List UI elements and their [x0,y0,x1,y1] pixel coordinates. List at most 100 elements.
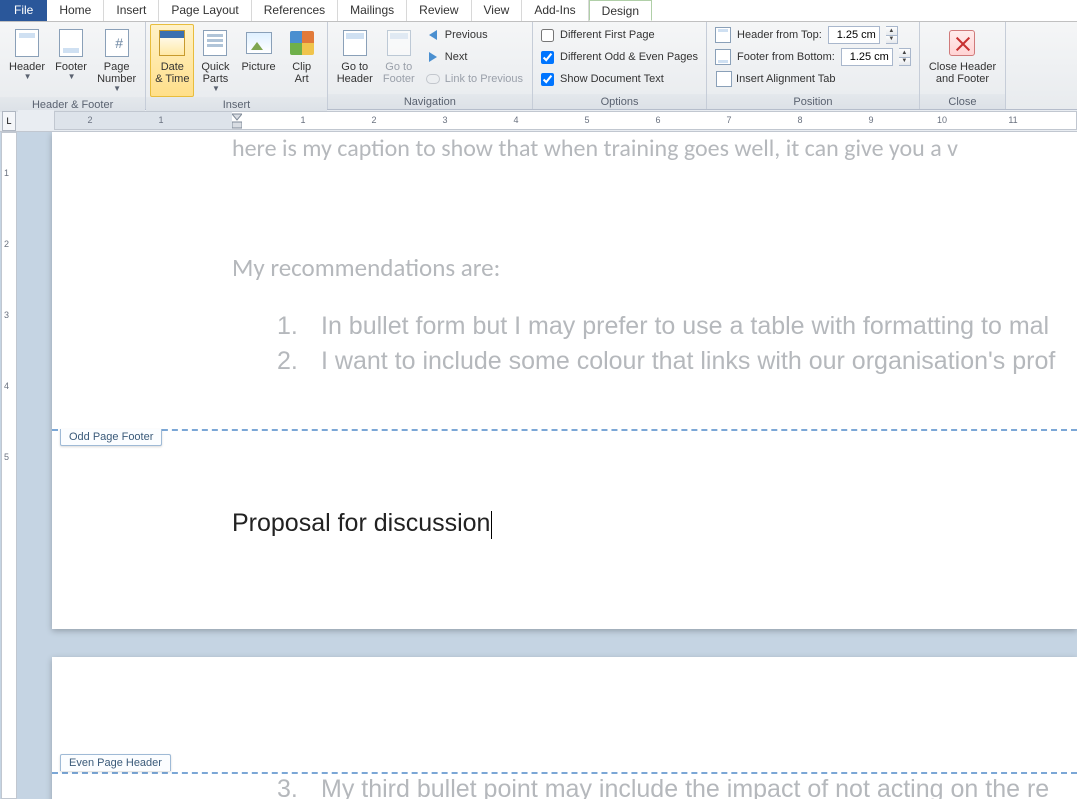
tab-mailings[interactable]: Mailings [338,0,407,21]
vertical-ruler[interactable]: 1 2 3 4 5 [1,132,17,799]
picture-icon [246,32,272,54]
date-time-label: Date & Time [155,61,189,85]
ruler-num: 3 [442,115,447,125]
spin-down-icon[interactable]: ▼ [899,58,910,66]
header-from-top-input[interactable] [828,26,880,44]
footer-bottom-icon [715,49,731,65]
picture-button[interactable]: Picture [236,24,280,97]
bullet-number: 2. [277,347,297,376]
tab-review[interactable]: Review [407,0,471,21]
clip-art-label: Clip Art [292,61,311,85]
bullet-text: In bullet form but I may prefer to use a… [321,312,1049,341]
page-odd[interactable]: here is my caption to show that when tra… [52,132,1077,629]
group-title-position: Position [707,94,919,109]
insert-alignment-tab-button[interactable]: Insert Alignment Tab [711,68,915,90]
diff-odd-even-label: Different Odd & Even Pages [560,51,698,63]
ruler-num: 1 [158,115,163,125]
page-number-button[interactable]: Page Number ▼ [92,24,141,97]
tab-page-layout[interactable]: Page Layout [159,0,251,21]
goto-header-button[interactable]: Go to Header [332,24,378,94]
header-separator [52,772,1077,774]
tab-selector[interactable]: L [2,111,16,131]
footer-editable-area[interactable]: Proposal for discussion [232,507,492,539]
header-from-top-row: Header from Top: ▲▼ [711,24,915,46]
group-navigation: Go to Header Go to Footer Previous Next … [328,22,533,109]
ruler-num: 6 [655,115,660,125]
clip-art-icon [290,31,314,55]
group-insert: Date & Time Quick Parts ▼ Picture Clip A… [146,22,327,109]
clip-art-button[interactable]: Clip Art [281,24,323,97]
different-first-page-checkbox[interactable]: Different First Page [537,24,702,46]
spin-down-icon[interactable]: ▼ [886,36,897,44]
link-icon [426,74,440,84]
vruler-num: 5 [4,452,9,462]
tab-design[interactable]: Design [589,0,652,21]
list-item: 2. I want to include some colour that li… [277,347,1055,376]
footer-button[interactable]: Footer ▼ [50,24,92,97]
tab-home[interactable]: Home [47,0,104,21]
align-tab-label: Insert Alignment Tab [736,73,835,85]
ribbon: Header ▼ Footer ▼ Page Number ▼ Header &… [0,22,1077,110]
goto-footer-icon [387,30,411,56]
quick-parts-label: Quick Parts [201,61,229,85]
header-icon [15,29,39,57]
previous-button[interactable]: Previous [420,24,528,46]
tab-references[interactable]: References [252,0,338,21]
tab-insert[interactable]: Insert [104,0,159,21]
page-even[interactable]: Even Page Header 3. My third bullet poin… [52,657,1077,799]
link-previous-button: Link to Previous [420,68,528,90]
dropdown-caret-icon: ▼ [113,85,121,94]
text-cursor [491,511,492,539]
horizontal-ruler[interactable]: 2 1 1 2 3 4 5 6 7 8 9 10 11 [54,111,1077,130]
previous-label: Previous [445,29,488,41]
group-options: Different First Page Different Odd & Eve… [533,22,707,109]
footer-bottom-spinner[interactable]: ▲▼ [899,48,911,66]
ruler-num: 7 [726,115,731,125]
checkbox-icon[interactable] [541,51,554,64]
footer-text: Proposal for discussion [232,509,490,537]
odd-page-footer-tag: Odd Page Footer [60,429,162,446]
next-button[interactable]: Next [420,46,528,68]
group-title-options: Options [533,94,706,109]
group-close: Close Header and Footer Close [920,22,1006,109]
spin-up-icon[interactable]: ▲ [886,27,897,36]
show-document-text-checkbox[interactable]: Show Document Text [537,68,702,90]
close-header-footer-button[interactable]: Close Header and Footer [924,24,1001,94]
calendar-icon [159,30,185,56]
tab-add-ins[interactable]: Add-Ins [522,0,588,21]
spin-up-icon[interactable]: ▲ [899,49,910,58]
ruler-num: 5 [584,115,589,125]
vruler-num: 2 [4,239,9,249]
next-label: Next [445,51,468,63]
dropdown-caret-icon: ▼ [212,85,220,94]
header-button[interactable]: Header ▼ [4,24,50,97]
show-doc-label: Show Document Text [560,73,664,85]
footer-from-bottom-input[interactable] [841,48,893,66]
header-top-icon [715,27,731,43]
footer-from-bottom-row: Footer from Bottom: ▲▼ [711,46,915,68]
group-title-close: Close [920,94,1005,109]
header-top-spinner[interactable]: ▲▼ [886,26,898,44]
tab-view[interactable]: View [472,0,523,21]
different-odd-even-checkbox[interactable]: Different Odd & Even Pages [537,46,702,68]
link-previous-label: Link to Previous [445,73,523,85]
ruler-num: 1 [300,115,305,125]
checkbox-icon[interactable] [541,29,554,42]
group-title-nav: Navigation [328,94,532,109]
checkbox-icon[interactable] [541,73,554,86]
bullet-number: 3. [277,775,297,799]
ruler-num: 9 [868,115,873,125]
goto-header-icon [343,30,367,56]
dropdown-caret-icon: ▼ [68,73,76,82]
vruler-num: 4 [4,381,9,391]
picture-label: Picture [241,61,275,73]
goto-footer-button: Go to Footer [378,24,420,94]
date-time-button[interactable]: Date & Time [150,24,194,97]
tab-file[interactable]: File [0,0,47,21]
footer-bottom-label: Footer from Bottom: [737,51,835,63]
ruler-num: 10 [937,115,947,125]
indent-marker[interactable] [232,110,242,132]
alignment-tab-icon [716,71,732,87]
ruler-num: 4 [513,115,518,125]
quick-parts-button[interactable]: Quick Parts ▼ [194,24,236,97]
